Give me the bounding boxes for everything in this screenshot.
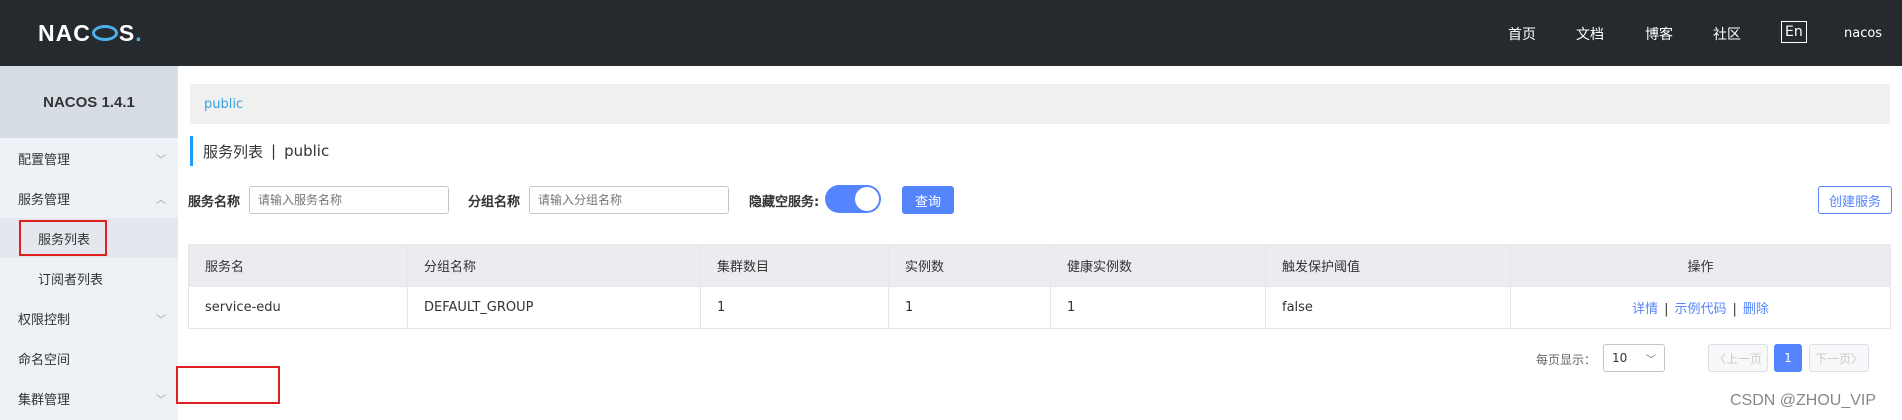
breadcrumb: public [190, 84, 1890, 124]
next-page-button[interactable]: 下一页〉 [1809, 344, 1869, 372]
group-name-label: 分组名称 [468, 195, 521, 210]
user-name[interactable]: nacos [1844, 26, 1882, 41]
highlight-box [176, 366, 280, 404]
per-page-value: 10 [1612, 351, 1628, 365]
sidebar-item-label: 权限控制 [18, 312, 71, 328]
table-row: service-edu DEFAULT_GROUP 1 1 1 false 详情… [188, 286, 1891, 329]
nav-home[interactable]: 首页 [1508, 24, 1536, 44]
sidebar-item-subscribers[interactable]: 订阅者列表 [0, 258, 178, 298]
cell-actions: 详情 | 示例代码 | 删除 [1510, 286, 1891, 329]
action-separator: | [1664, 302, 1669, 317]
service-table: 服务名 分组名称 集群数目 实例数 健康实例数 触发保护阈值 操作 servic… [188, 244, 1891, 329]
sample-code-link[interactable]: 示例代码 [1674, 302, 1726, 317]
action-separator: | [1732, 302, 1737, 317]
column-header: 操作 [1510, 244, 1891, 287]
sidebar-item-label: 集群管理 [18, 392, 71, 408]
chevron-up-icon: ︿ [156, 194, 166, 206]
page-title-namespace: public [284, 142, 330, 160]
nav-docs[interactable]: 文档 [1576, 24, 1604, 44]
service-name-label: 服务名称 [188, 195, 241, 210]
nav-community[interactable]: 社区 [1713, 24, 1741, 44]
language-switch[interactable]: En [1781, 21, 1807, 43]
sidebar-item-auth[interactable]: 权限控制 ﹀ [0, 298, 178, 338]
next-page-label: 下一页 [1814, 351, 1851, 366]
page-title-text: 服务列表 [203, 142, 264, 161]
prev-page-button[interactable]: 〈上一页 [1708, 344, 1768, 372]
column-header: 分组名称 [407, 244, 701, 287]
sidebar-item-service[interactable]: 服务管理 ︿ [0, 178, 178, 218]
group-name-input[interactable] [529, 186, 729, 214]
prev-page-label: 上一页 [1726, 351, 1763, 366]
hide-empty-label: 隐藏空服务: [749, 195, 820, 210]
nav-blog[interactable]: 博客 [1645, 24, 1673, 44]
hide-empty-toggle[interactable] [825, 185, 881, 213]
column-header: 集群数目 [700, 244, 889, 287]
sidebar-item-label: 命名空间 [18, 352, 71, 368]
per-page-label: 每页显示： [1536, 353, 1597, 367]
toggle-knob [855, 187, 879, 211]
nacos-logo[interactable]: NACS. [38, 20, 143, 46]
detail-link[interactable]: 详情 [1632, 302, 1658, 317]
cell-service-name: service-edu [188, 286, 408, 329]
chevron-left-icon: 〈 [1713, 351, 1726, 366]
column-header: 触发保护阈值 [1265, 244, 1511, 287]
cell-instance-count: 1 [888, 286, 1051, 329]
chevron-down-icon: ﹀ [156, 314, 166, 326]
cell-healthy-count: 1 [1050, 286, 1266, 329]
cell-group-name: DEFAULT_GROUP [407, 286, 701, 329]
main-content: public 服务列表 | public 服务名称 分组名称 隐藏空服务: 查询… [176, 66, 1902, 420]
per-page-select[interactable]: 10 ﹀ [1603, 344, 1665, 372]
column-header: 健康实例数 [1050, 244, 1266, 287]
sidebar-item-label: 订阅者列表 [38, 272, 104, 288]
highlight-box [19, 220, 107, 256]
column-header: 实例数 [888, 244, 1051, 287]
sidebar-item-namespace[interactable]: 命名空间 [0, 338, 178, 378]
chevron-down-icon: ﹀ [156, 394, 166, 406]
sidebar-item-config[interactable]: 配置管理 ﹀ [0, 138, 178, 178]
table-header-row: 服务名 分组名称 集群数目 实例数 健康实例数 触发保护阈值 操作 [188, 244, 1891, 287]
search-button[interactable]: 查询 [902, 186, 954, 214]
cell-protect-threshold: false [1265, 286, 1511, 329]
service-name-input[interactable] [249, 186, 449, 214]
page-title: 服务列表 | public [190, 136, 329, 166]
chevron-down-icon: ﹀ [1646, 355, 1656, 366]
title-separator: | [271, 142, 277, 160]
sidebar-item-label: 配置管理 [18, 152, 71, 168]
chevron-right-icon: 〉 [1851, 351, 1864, 366]
watermark: CSDN @ZHOU_VIP [1730, 392, 1877, 409]
sidebar: NACOS 1.4.1 配置管理 ﹀ 服务管理 ︿ 服务列表 订阅者列表 权限控… [0, 66, 178, 420]
breadcrumb-namespace[interactable]: public [204, 97, 243, 112]
sidebar-item-cluster[interactable]: 集群管理 ﹀ [0, 378, 178, 418]
create-service-button[interactable]: 创建服务 [1818, 186, 1892, 214]
current-page-button[interactable]: 1 [1774, 344, 1802, 372]
chevron-down-icon: ﹀ [156, 154, 166, 166]
version-label: NACOS 1.4.1 [0, 66, 178, 138]
cell-cluster-count: 1 [700, 286, 889, 329]
sidebar-item-label: 服务管理 [18, 192, 71, 208]
delete-link[interactable]: 删除 [1743, 302, 1769, 317]
column-header: 服务名 [188, 244, 408, 287]
top-bar: NACS. 首页 文档 博客 社区 En nacos [0, 0, 1902, 66]
